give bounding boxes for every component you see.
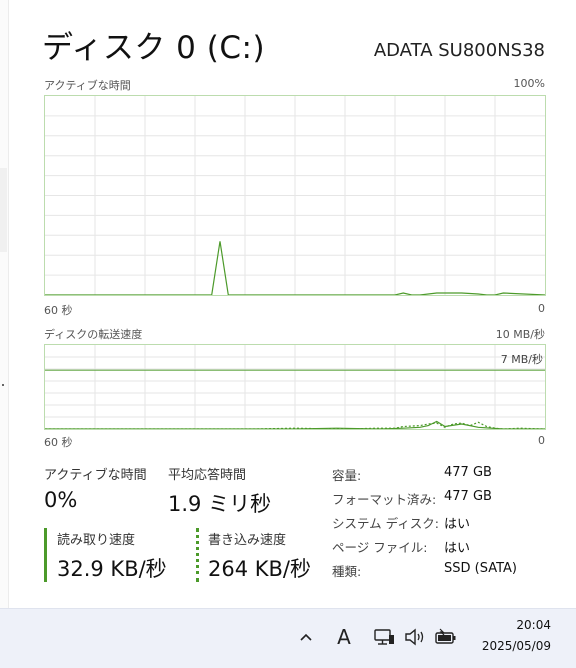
sidebar-dot xyxy=(2,384,4,386)
battery-icon[interactable] xyxy=(434,625,458,649)
page-file-key: ページ ファイル: xyxy=(332,537,427,556)
type-key: 種類: xyxy=(332,561,361,580)
active-time-graph-right-axis-label: 0 xyxy=(538,302,545,315)
write-speed-stat-label: 書き込み速度 xyxy=(208,529,286,548)
active-time-stat-label: アクティブな時間 xyxy=(44,464,147,483)
active-time-stat-value: 0% xyxy=(44,488,77,512)
transfer-graph-marker-label: 7 MB/秒 xyxy=(501,351,543,367)
transfer-graph-label: ディスクの転送速度 xyxy=(44,326,142,342)
speaker-icon[interactable] xyxy=(404,625,426,649)
disk-model: ADATA SU800NS38 xyxy=(374,40,545,61)
taskbar xyxy=(0,608,576,668)
type-value: SSD (SATA) xyxy=(444,561,517,576)
page-file-value: はい xyxy=(444,537,470,556)
formatted-value: 477 GB xyxy=(444,489,492,504)
read-speed-indicator xyxy=(44,528,47,582)
formatted-key: フォーマット済み: xyxy=(332,489,436,508)
clock-time[interactable]: 20:04 xyxy=(516,618,551,632)
network-icon[interactable] xyxy=(373,625,395,649)
window-left-edge xyxy=(0,0,9,610)
active-time-graph-svg xyxy=(45,96,545,295)
ime-icon[interactable]: A xyxy=(334,625,354,649)
active-time-graph-left-axis-label: 60 秒 xyxy=(44,302,73,318)
transfer-graph-right-axis-label: 0 xyxy=(538,434,545,447)
avg-response-stat-label: 平均応答時間 xyxy=(168,464,246,483)
clock-date[interactable]: 2025/05/09 xyxy=(482,639,551,653)
capacity-key: 容量: xyxy=(332,465,361,484)
read-speed-stat-value: 32.9 KB/秒 xyxy=(57,553,167,583)
capacity-value: 477 GB xyxy=(444,465,492,480)
system-disk-value: はい xyxy=(444,513,470,532)
read-speed-stat-label: 読み取り速度 xyxy=(57,529,135,548)
transfer-graph xyxy=(44,344,546,430)
disk-title: ディスク 0 (C:) xyxy=(42,22,265,67)
active-time-graph-max: 100% xyxy=(514,77,545,90)
sidebar-selection-indicator[interactable] xyxy=(0,168,7,252)
transfer-graph-left-axis-label: 60 秒 xyxy=(44,434,73,450)
write-speed-stat-value: 264 KB/秒 xyxy=(208,553,311,583)
avg-response-stat-value: 1.9 ミリ秒 xyxy=(168,488,271,518)
transfer-graph-svg xyxy=(45,345,545,429)
chevron-up-icon[interactable] xyxy=(298,625,314,649)
system-disk-key: システム ディスク: xyxy=(332,513,439,532)
transfer-graph-max: 10 MB/秒 xyxy=(496,326,545,342)
active-time-graph-label: アクティブな時間 xyxy=(44,77,131,93)
write-speed-indicator xyxy=(196,528,199,582)
active-time-graph xyxy=(44,95,546,296)
